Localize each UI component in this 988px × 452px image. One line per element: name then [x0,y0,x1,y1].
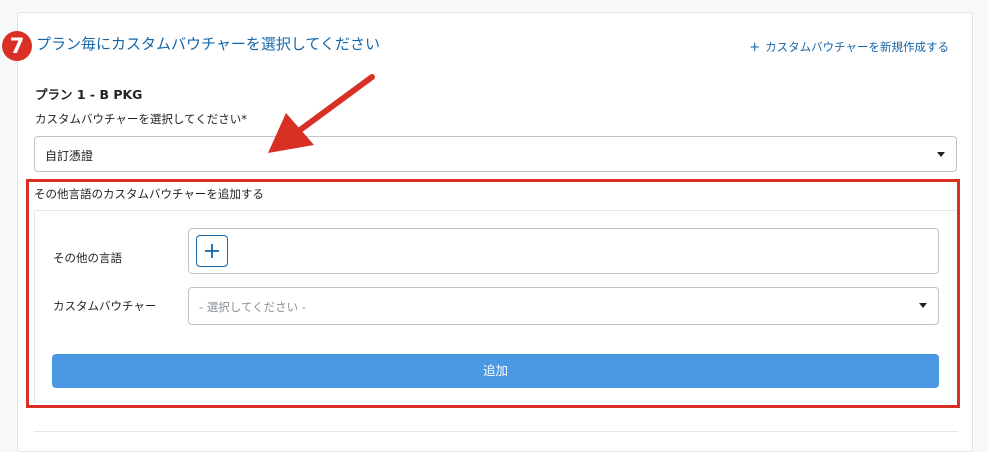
custom-voucher-select[interactable]: 自訂憑證 [34,136,957,172]
dropdown-caret-icon [937,152,945,157]
annotation-highlight-box [26,179,960,408]
custom-voucher-field-label: カスタムバウチャーを選択してください* [35,112,247,126]
section-divider [34,431,958,432]
create-custom-voucher-label: カスタムバウチャーを新規作成する [765,40,949,54]
step-number-badge: 7 [2,31,32,61]
create-custom-voucher-link[interactable]: + カスタムバウチャーを新規作成する [749,39,949,55]
plan-title: プラン 1 - B PKG [35,87,143,102]
custom-voucher-selected-value: 自訂憑證 [45,149,94,163]
plus-icon: + [749,40,761,55]
section-title: プラン毎にカスタムバウチャーを選択してください [36,35,380,53]
